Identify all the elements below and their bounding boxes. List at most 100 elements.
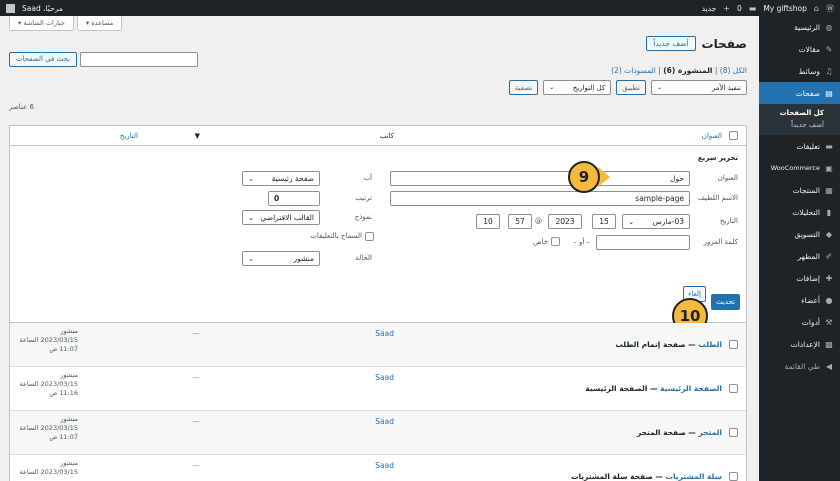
plus-icon[interactable]: + — [723, 4, 730, 13]
view-drafts[interactable]: المسودات (2) — [611, 66, 656, 75]
row-date: 2023/03/15 الساعة — [19, 336, 78, 344]
allow-comments-checkbox[interactable] — [365, 232, 374, 241]
order-input[interactable]: 0 — [268, 191, 320, 206]
submenu-add-new[interactable]: أضف جديداً — [759, 119, 840, 131]
page-header: صفحات أضف جديداً — [646, 36, 747, 51]
screen-options-tab[interactable]: خيارات الشاشة ▾ — [9, 16, 74, 31]
view-published[interactable]: المنشورة (6) — [663, 66, 712, 75]
day-input[interactable]: 15 — [592, 214, 616, 229]
help-tab[interactable]: مساعدة ▾ — [76, 16, 123, 31]
template-select[interactable]: القالب الافتراضي ⌄ — [242, 210, 320, 225]
minute-input[interactable]: 10 — [476, 214, 500, 229]
row-comments: — — [192, 461, 201, 470]
row-status: منشور — [60, 459, 78, 467]
wordpress-logo-icon[interactable]: Ⓦ — [826, 3, 834, 14]
column-title[interactable]: العنوان — [702, 132, 722, 140]
menu-woocommerce[interactable]: ▣ WooCommerce — [759, 157, 840, 179]
row-checkbox[interactable] — [729, 472, 738, 481]
row-title-link[interactable]: المتجر — [698, 428, 722, 437]
row-title-link[interactable]: سلة المشتريات — [665, 472, 722, 481]
menu-settings[interactable]: ▩ الإعدادات — [759, 333, 840, 355]
status-label: الحالة — [355, 254, 372, 262]
marketing-icon: ◆ — [825, 229, 833, 239]
media-icon: ♫ — [825, 66, 833, 76]
add-new-button[interactable]: أضف جديداً — [646, 36, 696, 51]
row-author[interactable]: Saad — [375, 417, 394, 426]
pages-table: العنوان كاتب ▼ التاريخ تحرير سريع العنوا… — [9, 125, 747, 481]
menu-media[interactable]: ♫ وسائط — [759, 60, 840, 82]
title-input[interactable]: حول — [390, 171, 690, 186]
site-name-link[interactable]: My giftshop — [763, 4, 807, 13]
user-greeting[interactable]: مرحبًا، Saad — [22, 4, 63, 13]
view-all[interactable]: الكل (8) — [720, 66, 747, 75]
page-rows: الطلب — صفحة إتمام الطلب Saad — منشور 202… — [10, 323, 746, 481]
submenu-all-pages[interactable]: كل الصفحات — [759, 107, 840, 119]
new-content-link[interactable]: جديد — [702, 4, 717, 13]
menu-marketing[interactable]: ◆ التسويق — [759, 223, 840, 245]
chevron-down-icon: ⌄ — [549, 84, 555, 91]
comment-bubble-icon[interactable]: ▼ — [195, 126, 200, 145]
month-select[interactable]: 03-مارس ⌄ — [622, 214, 690, 229]
row-author[interactable]: Saad — [375, 329, 394, 338]
password-label: كلمة المرور — [703, 238, 738, 246]
row-title-link[interactable]: الصفحة الرئيسية — [660, 384, 722, 393]
row-checkbox[interactable] — [729, 340, 738, 349]
menu-products[interactable]: ▦ المنتجات — [759, 179, 840, 201]
hour-input[interactable]: 57 — [508, 214, 532, 229]
quick-edit-heading: تحرير سريع — [697, 154, 738, 162]
parent-label: أب — [363, 174, 372, 182]
order-label: ترتيب — [355, 194, 372, 202]
or-label: – أو – — [573, 238, 590, 246]
row-checkbox[interactable] — [729, 384, 738, 393]
menu-tools[interactable]: ⚒ أدوات — [759, 311, 840, 333]
row-status: منشور — [60, 415, 78, 423]
slug-input[interactable]: sample-page — [390, 191, 690, 206]
products-icon: ▦ — [825, 185, 833, 195]
admin-bar: Ⓦ ⌂ My giftshop ▬ 0 + جديد مرحبًا، Saad — [0, 0, 840, 16]
row-author[interactable]: Saad — [375, 461, 394, 470]
row-status: منشور — [60, 327, 78, 335]
menu-plugins[interactable]: ✚ إضافات — [759, 267, 840, 289]
menu-appearance[interactable]: ✐ المظهر — [759, 245, 840, 267]
menu-pages[interactable]: ▤ صفحات — [759, 82, 840, 104]
column-date[interactable]: التاريخ — [120, 132, 138, 140]
row-author[interactable]: Saad — [375, 373, 394, 382]
menu-collapse[interactable]: ◀ طي القائمة — [759, 355, 840, 377]
items-count: 6 عناصر — [9, 103, 34, 111]
date-filter-select[interactable]: كل التواريخ ⌄ — [543, 80, 612, 95]
password-input[interactable] — [596, 235, 690, 250]
row-date: 2023/03/15 الساعة — [19, 380, 78, 388]
avatar[interactable] — [6, 3, 15, 13]
status-select[interactable]: منشور ⌄ — [242, 251, 320, 266]
apply-button[interactable]: تطبيق — [616, 80, 646, 95]
table-row: الصفحة الرئيسية — الصفحة الرئيسية Saad —… — [10, 367, 746, 411]
chevron-down-icon: ⌄ — [248, 174, 255, 183]
home-icon[interactable]: ⌂ — [814, 4, 819, 13]
bulk-action-select[interactable]: تنفيذ الأمر ⌄ — [651, 80, 747, 95]
parent-select[interactable]: صفحة رئيسية ⌄ — [242, 171, 320, 186]
quick-edit-panel: تحرير سريع العنوان حول الاسم اللطيف samp… — [10, 146, 746, 334]
menu-posts[interactable]: ✎ مقالات — [759, 38, 840, 60]
row-title-link[interactable]: الطلب — [698, 340, 722, 349]
year-input[interactable]: 2023 — [548, 214, 582, 229]
comments-icon: ▬ — [825, 141, 833, 151]
search-pages-button[interactable]: بحث في الصفحات — [9, 52, 77, 67]
menu-analytics[interactable]: ▮ التحليلات — [759, 201, 840, 223]
appearance-icon: ✐ — [825, 251, 833, 261]
update-button[interactable]: تحديث — [711, 294, 740, 310]
row-time: 11:07 ص — [49, 433, 78, 441]
menu-comments[interactable]: ▬ تعليقات — [759, 135, 840, 157]
comments-count[interactable]: 0 — [737, 4, 742, 13]
private-checkbox[interactable] — [551, 237, 560, 246]
search-input[interactable] — [79, 52, 198, 67]
select-all-checkbox[interactable] — [729, 131, 738, 140]
menu-users[interactable]: ● أعضاء — [759, 289, 840, 311]
at-sign: @ — [535, 217, 542, 225]
filter-button[interactable]: تصفية — [508, 80, 539, 95]
comment-bubble-icon[interactable]: ▬ — [749, 4, 757, 13]
menu-dashboard[interactable]: ◍ الرئيسية — [759, 16, 840, 38]
title-label: العنوان — [717, 174, 738, 182]
row-status: منشور — [60, 371, 78, 379]
row-checkbox[interactable] — [729, 428, 738, 437]
table-header: العنوان كاتب ▼ التاريخ — [10, 126, 746, 146]
